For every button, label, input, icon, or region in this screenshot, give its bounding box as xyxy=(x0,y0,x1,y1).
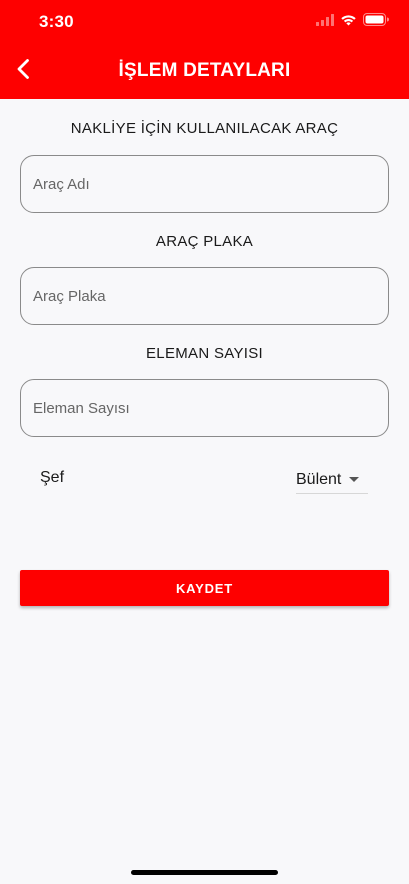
app-bar: 3:30 İŞLEM DETAYLARI xyxy=(0,0,409,99)
staff-count-field[interactable] xyxy=(20,379,389,437)
staff-count-label: ELEMAN SAYISI xyxy=(146,345,263,362)
chef-dropdown-value: Bülent xyxy=(296,470,342,488)
wifi-icon xyxy=(340,13,357,31)
plate-input[interactable] xyxy=(21,287,388,305)
plate-field[interactable] xyxy=(20,267,389,325)
chef-label: Şef xyxy=(40,469,65,486)
vehicle-name-input[interactable] xyxy=(21,175,388,193)
save-button[interactable]: KAYDET xyxy=(20,570,389,606)
staff-count-input[interactable] xyxy=(21,399,388,417)
chef-dropdown[interactable]: Bülent xyxy=(296,466,368,494)
plate-label: ARAÇ PLAKA xyxy=(155,233,254,250)
home-indicator xyxy=(131,870,278,875)
vehicle-label: NAKLİYE İÇİN KULLANILACAK ARAÇ xyxy=(70,120,339,137)
status-time: 3:30 xyxy=(39,12,74,31)
status-icons xyxy=(316,13,389,31)
signal-icon xyxy=(316,13,334,31)
vehicle-name-field[interactable] xyxy=(20,155,389,213)
page-title: İŞLEM DETAYLARI xyxy=(118,60,291,81)
caret-down-icon xyxy=(349,477,360,482)
battery-icon xyxy=(363,13,389,31)
